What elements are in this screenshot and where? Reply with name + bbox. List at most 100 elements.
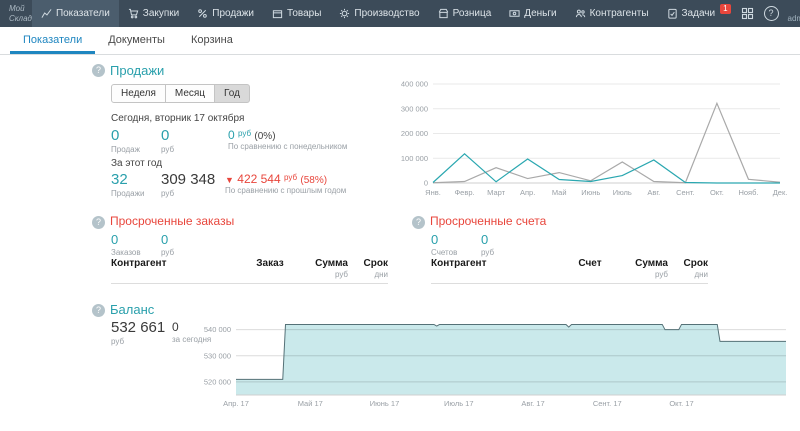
nav-label: Деньги	[524, 8, 556, 19]
svg-text:Июнь 17: Июнь 17	[370, 399, 400, 408]
orders-col-order: Заказ	[240, 258, 300, 269]
svg-text:Май: Май	[552, 188, 567, 197]
orders-col-sum: Сумма	[300, 258, 348, 269]
sales-line-chart: 0100 000200 000300 000400 000Янв.Февр.Ма…	[393, 76, 788, 198]
tasks-count-badge: 1	[720, 4, 730, 14]
svg-text:Нояб.: Нояб.	[738, 188, 758, 197]
nav-label: Розница	[453, 8, 492, 19]
logo-line-1: Мой	[9, 4, 32, 13]
sales-year-heading: За этот год	[111, 158, 162, 169]
svg-text:Авг. 17: Авг. 17	[521, 399, 544, 408]
nav-item-production[interactable]: Производство	[330, 0, 428, 27]
svg-text:Сент. 17: Сент. 17	[593, 399, 622, 408]
today-sales-amount: 0 руб	[161, 128, 174, 154]
tab-documents[interactable]: Документы	[95, 27, 178, 54]
help-icon[interactable]: ?	[764, 6, 779, 21]
user-menu[interactable]: Иванов Д. admin@denzzel	[788, 3, 800, 24]
nav-item-goods[interactable]: Товары	[263, 0, 330, 27]
svg-text:540 000: 540 000	[204, 325, 231, 334]
nav-label: Контрагенты	[590, 8, 649, 19]
invoices-table-rule	[431, 283, 708, 284]
svg-text:Июль: Июль	[613, 188, 632, 197]
top-right-cluster: ? Иванов Д. admin@denzzel	[740, 0, 800, 27]
svg-text:Март: Март	[487, 188, 506, 197]
gear-icon	[339, 8, 350, 19]
tab-basket[interactable]: Корзина	[178, 27, 246, 54]
percent-icon	[197, 8, 208, 19]
svg-text:100 000: 100 000	[401, 154, 428, 163]
svg-text:Февр.: Февр.	[454, 188, 474, 197]
svg-text:200 000: 200 000	[401, 129, 428, 138]
nav-label: Товары	[287, 8, 321, 19]
top-nav-bar: Мой Склад Показатели Закупки Продажи Тов…	[0, 0, 800, 27]
nav-item-tasks[interactable]: Задачи 1	[658, 0, 740, 27]
svg-text:Сент.: Сент.	[676, 188, 694, 197]
svg-text:Авг.: Авг.	[647, 188, 660, 197]
balance-amount: 532 661 руб	[111, 320, 165, 346]
overdue-invoices-help-icon[interactable]: ?	[412, 216, 425, 229]
box-icon	[272, 8, 283, 19]
balance-help-icon[interactable]: ?	[92, 304, 105, 317]
nav-label: Производство	[354, 8, 419, 19]
decrease-arrow-icon: ▼	[225, 175, 234, 185]
today-diff: 0 руб (0%)	[228, 129, 276, 142]
nav-item-purchases[interactable]: Закупки	[119, 0, 188, 27]
nav-label: Задачи	[682, 8, 716, 19]
balance-area-chart: 520 000530 000540 000Апр. 17Май 17Июнь 1…	[190, 308, 790, 408]
nav-item-retail[interactable]: Розница	[429, 0, 501, 27]
storefront-icon	[438, 8, 449, 19]
invoices-col-sum: Сумма	[620, 258, 668, 269]
nav-label: Закупки	[143, 8, 179, 19]
nav-item-money[interactable]: Деньги	[500, 0, 565, 27]
overdue-orders-amount: 0 руб	[161, 233, 174, 257]
logo-line-2: Склад	[9, 14, 32, 23]
overdue-orders-title: Просроченные заказы	[110, 214, 234, 228]
overdue-orders-count: 0 Заказов	[111, 233, 141, 257]
year-sales-count: 32 Продажи	[111, 172, 144, 198]
sales-period-switch: Неделя Месяц Год	[111, 84, 250, 103]
year-sales-amount: 309 348 руб	[161, 172, 215, 198]
svg-text:Окт.: Окт.	[710, 188, 724, 197]
banknote-icon	[509, 8, 520, 19]
section-tabs: Показатели Документы Корзина	[0, 27, 800, 55]
svg-text:Окт. 17: Окт. 17	[669, 399, 693, 408]
today-compare-note: По сравнению с понедельником	[228, 142, 347, 151]
tab-indicators[interactable]: Показатели	[10, 27, 95, 54]
invoices-col-counterparty: Контрагент	[431, 258, 486, 269]
orders-col-counterparty: Контрагент	[111, 258, 166, 269]
svg-text:Апр.: Апр.	[520, 188, 535, 197]
orders-table-rule	[111, 283, 388, 284]
app-logo[interactable]: Мой Склад	[0, 0, 32, 27]
svg-text:Апр. 17: Апр. 17	[223, 399, 249, 408]
orders-col-due: Срок	[352, 258, 388, 269]
apps-grid-icon[interactable]	[740, 6, 755, 21]
year-diff: ▼ 422 544 руб (58%)	[225, 173, 327, 186]
sales-section-title: Продажи	[110, 63, 164, 78]
overdue-invoices-amount: 0 руб	[481, 233, 494, 257]
today-sales-count: 0 Продаж	[111, 128, 140, 154]
nav-item-sales[interactable]: Продажи	[188, 0, 263, 27]
user-name: Иванов Д.	[788, 3, 800, 14]
year-compare-note: По сравнению с прошлым годом	[225, 186, 346, 195]
nav-item-counterparties[interactable]: Контрагенты	[566, 0, 658, 27]
svg-text:Июль 17: Июль 17	[444, 399, 474, 408]
sales-help-icon[interactable]: ?	[92, 64, 105, 77]
nav-label: Продажи	[212, 8, 254, 19]
period-week-button[interactable]: Неделя	[111, 84, 166, 103]
period-month-button[interactable]: Месяц	[165, 84, 215, 103]
nav-item-indicators[interactable]: Показатели	[32, 0, 119, 27]
overdue-orders-help-icon[interactable]: ?	[92, 216, 105, 229]
svg-text:0: 0	[424, 179, 428, 188]
invoices-col-sum-unit: руб	[620, 270, 668, 279]
moysklad-dashboard: Мой Склад Показатели Закупки Продажи Тов…	[0, 0, 800, 431]
svg-text:530 000: 530 000	[204, 351, 231, 360]
svg-text:Май 17: Май 17	[298, 399, 323, 408]
cart-icon	[128, 8, 139, 19]
svg-text:Янв.: Янв.	[425, 188, 441, 197]
svg-text:400 000: 400 000	[401, 80, 428, 89]
svg-text:Дек.: Дек.	[773, 188, 788, 197]
orders-col-sum-unit: руб	[300, 270, 348, 279]
orders-col-due-unit: дни	[352, 270, 388, 279]
task-checklist-icon	[667, 8, 678, 19]
period-year-button[interactable]: Год	[214, 84, 250, 103]
